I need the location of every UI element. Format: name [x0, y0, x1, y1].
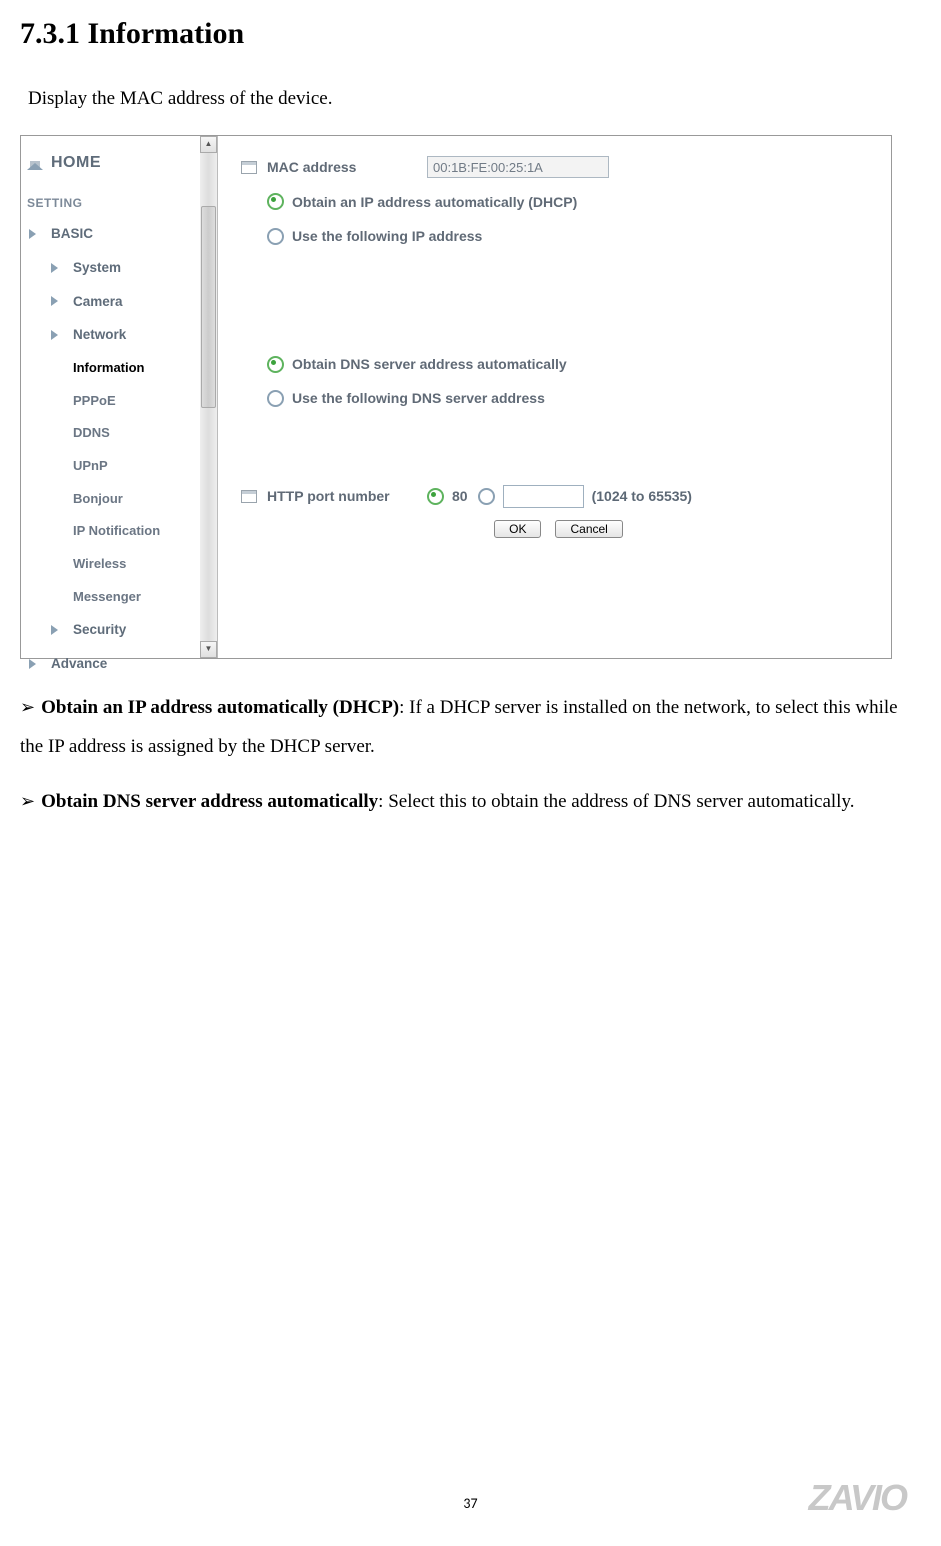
home-icon [27, 156, 45, 170]
arrow-icon [49, 294, 67, 308]
nav-label: Advance [51, 651, 107, 677]
nav-setting-header: SETTING [21, 182, 200, 217]
nav-pppoe[interactable]: PPPoE [21, 385, 200, 418]
radio-dns-auto[interactable] [267, 356, 284, 373]
section-icon [241, 490, 257, 503]
radio-ip-manual[interactable] [267, 228, 284, 245]
cancel-button[interactable]: Cancel [555, 520, 622, 538]
port-range-hint: (1024 to 65535) [592, 483, 692, 510]
nav-sidebar: HOME SETTING BASIC System Camera Network… [21, 136, 201, 658]
nav-information[interactable]: Information [21, 352, 200, 385]
mac-value-field [427, 156, 609, 178]
page-number: 37 [20, 1491, 921, 1518]
scroll-up-icon[interactable] [200, 136, 217, 153]
nav-label: Network [73, 322, 126, 348]
screenshot-figure: HOME SETTING BASIC System Camera Network… [20, 135, 892, 659]
http-port-label: HTTP port number [267, 483, 427, 510]
bullet-dns: Obtain DNS server address automatically:… [20, 783, 921, 822]
radio-port-80[interactable] [427, 488, 444, 505]
mac-label: MAC address [267, 154, 427, 181]
nav-wireless[interactable]: Wireless [21, 548, 200, 581]
arrow-icon [27, 227, 45, 241]
nav-camera[interactable]: Camera [21, 285, 200, 319]
nav-label: Security [73, 617, 126, 643]
radio-dns-manual[interactable] [267, 390, 284, 407]
dns-auto-label: Obtain DNS server address automatically [292, 351, 567, 378]
arrow-icon [27, 657, 45, 671]
nav-label: Camera [73, 289, 123, 315]
nav-ipnotif[interactable]: IP Notification [21, 515, 200, 548]
nav-ddns[interactable]: DDNS [21, 417, 200, 450]
dns-manual-label: Use the following DNS server address [292, 385, 545, 412]
nav-basic[interactable]: BASIC [21, 217, 200, 251]
brand-logo: ZAVIO [809, 1464, 906, 1532]
port80-label: 80 [452, 483, 468, 510]
section-icon [241, 161, 257, 174]
sidebar-scrollbar[interactable] [200, 136, 218, 658]
section-heading: 7.3.1 Information [20, 5, 921, 62]
nav-basic-label: BASIC [51, 221, 93, 247]
scroll-down-icon[interactable] [200, 641, 217, 658]
settings-panel: MAC address Obtain an IP address automat… [226, 136, 891, 658]
radio-ip-auto[interactable] [267, 193, 284, 210]
nav-home[interactable]: HOME [21, 144, 200, 182]
nav-upnp[interactable]: UPnP [21, 450, 200, 483]
scroll-thumb[interactable] [201, 206, 216, 408]
arrow-icon [49, 328, 67, 342]
nav-messenger[interactable]: Messenger [21, 581, 200, 614]
nav-network[interactable]: Network [21, 318, 200, 352]
nav-system[interactable]: System [21, 251, 200, 285]
nav-security[interactable]: Security [21, 613, 200, 647]
intro-text: Display the MAC address of the device. [28, 81, 921, 117]
http-port-row: HTTP port number 80 (1024 to 65535) [241, 483, 876, 510]
arrow-icon [49, 623, 67, 637]
nav-advance[interactable]: Advance [21, 647, 200, 681]
ok-button[interactable]: OK [494, 520, 541, 538]
arrow-icon [49, 261, 67, 275]
bullet-dhcp: Obtain an IP address automatically (DHCP… [20, 689, 921, 767]
port-custom-input[interactable] [503, 485, 584, 508]
mac-row: MAC address [241, 154, 876, 181]
radio-port-custom[interactable] [478, 488, 495, 505]
nav-bonjour[interactable]: Bonjour [21, 483, 200, 516]
ip-auto-label: Obtain an IP address automatically (DHCP… [292, 189, 577, 216]
nav-home-label: HOME [51, 148, 101, 178]
nav-label: System [73, 255, 121, 281]
ip-manual-label: Use the following IP address [292, 223, 482, 250]
